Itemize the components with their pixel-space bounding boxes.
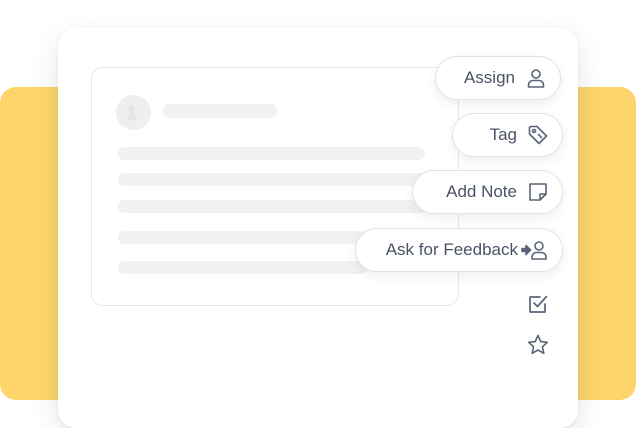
skeleton-text-line: [118, 200, 430, 213]
add-note-button[interactable]: Add Note: [412, 170, 563, 214]
skeleton-text-line: [118, 173, 430, 186]
skeleton-text-line: [118, 231, 368, 244]
tag-button[interactable]: Tag: [452, 113, 563, 157]
skeleton-name-line: [163, 104, 277, 118]
skeleton-text-line: [118, 261, 368, 274]
tag-icon: [526, 123, 550, 147]
ask-for-feedback-label: Ask for Feedback: [385, 240, 518, 259]
sticky-note-icon: [526, 180, 550, 204]
user-icon: [524, 66, 548, 90]
checkbox-icon[interactable]: [526, 292, 550, 316]
skeleton-text-line: [118, 147, 425, 160]
tag-label: Tag: [489, 125, 517, 144]
avatar: [116, 95, 151, 130]
star-icon[interactable]: [526, 333, 550, 357]
assign-label: Assign: [463, 68, 515, 87]
assign-button[interactable]: Assign: [435, 56, 561, 100]
ask-for-feedback-button[interactable]: Ask for Feedback: [355, 228, 563, 272]
add-note-label: Add Note: [446, 182, 517, 201]
avatar-image-icon: [116, 95, 151, 130]
feedback-user-icon: [520, 238, 550, 262]
bottom-fade: [58, 360, 578, 400]
